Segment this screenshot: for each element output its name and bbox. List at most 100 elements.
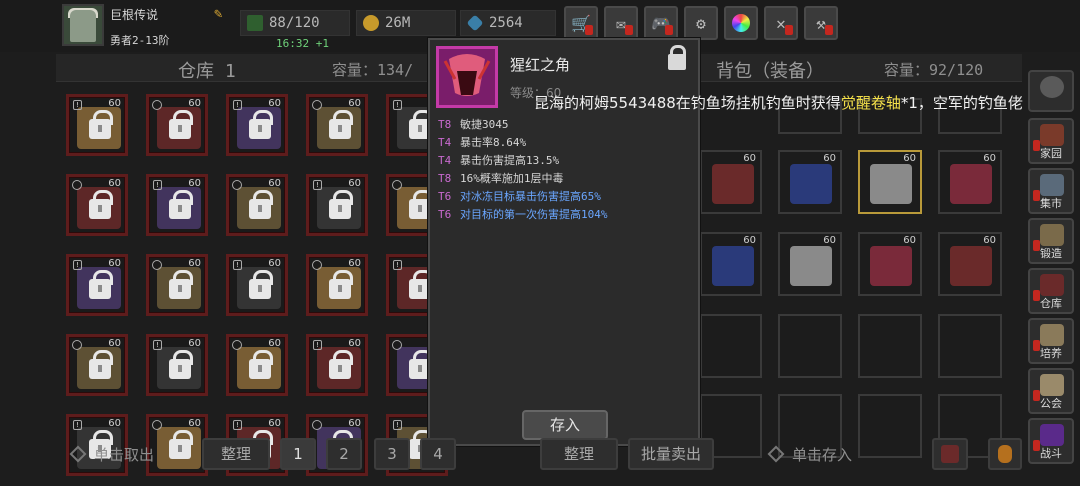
sort-warehouse-button[interactable]: 整理 <box>202 438 270 470</box>
potion-icon <box>998 445 1012 463</box>
ring-icon <box>312 260 322 270</box>
warehouse-slot[interactable]: 60 <box>306 94 368 156</box>
warehouse-slot[interactable]: 60 <box>66 174 128 236</box>
warehouse-capacity: 容量：134/ <box>332 61 414 79</box>
attribute-tier: T6 <box>438 208 452 221</box>
skills-button[interactable]: ✕ <box>764 6 798 40</box>
warehouse-slot[interactable]: ! 60 <box>226 254 288 316</box>
gamepad-button[interactable]: 🎮 <box>644 6 678 40</box>
sidebar-button-3[interactable]: 仓库 <box>1028 268 1074 314</box>
backpack-slot[interactable] <box>938 314 1002 378</box>
anvil-icon <box>1040 224 1064 246</box>
item-attribute: T8 16%概率施加1层中毒 <box>438 170 608 188</box>
item-sprite <box>712 164 754 204</box>
backpack-slot[interactable]: 60 <box>700 232 762 296</box>
warehouse-slot[interactable]: 60 <box>226 174 288 236</box>
warehouse-slot[interactable]: 60 <box>146 254 208 316</box>
warehouse-slot[interactable]: ! 60 <box>146 174 208 236</box>
player-rank: 勇者2-13阶 <box>110 34 170 47</box>
sidebar-button-2[interactable]: 锻造 <box>1028 218 1074 264</box>
backpack-slot[interactable]: 60 <box>858 150 922 214</box>
lock-icon <box>89 190 113 219</box>
warehouse-slot[interactable]: ! 60 <box>306 174 368 236</box>
item-level-label: 60 <box>743 235 756 246</box>
color-wheel-button[interactable] <box>724 6 758 40</box>
gold-stat: 26M <box>356 10 456 36</box>
item-sprite <box>950 246 992 286</box>
page-1-button[interactable]: 1 <box>280 438 316 470</box>
backpack-slot[interactable]: 60 <box>858 232 922 296</box>
mail-button[interactable]: ✉ <box>604 6 638 40</box>
item-level-label: 60 <box>268 258 281 269</box>
warehouse-slot[interactable]: 60 <box>306 254 368 316</box>
lock-icon <box>329 350 353 379</box>
ring-icon <box>392 180 402 190</box>
warehouse-slot[interactable]: ! 60 <box>146 334 208 396</box>
warehouse-slot[interactable]: 60 <box>66 334 128 396</box>
lock-icon <box>249 190 273 219</box>
warehouse-slot[interactable]: 60 <box>146 414 208 476</box>
sidebar-button-1[interactable]: 集市 <box>1028 168 1074 214</box>
settings-button[interactable]: ⚙ <box>684 6 718 40</box>
item-level-label: 60 <box>108 178 121 189</box>
energy-icon <box>247 15 263 31</box>
helmet-icon <box>1040 76 1064 98</box>
training-icon <box>1040 324 1064 346</box>
player-avatar[interactable] <box>62 4 104 46</box>
lock-icon <box>89 110 113 139</box>
sort-backpack-button[interactable]: 整理 <box>540 438 618 470</box>
gear-icon: ⚙ <box>696 13 706 33</box>
backpack-slot[interactable]: 60 <box>700 150 762 214</box>
color-wheel-icon <box>732 14 750 32</box>
item-level-label: 60 <box>108 258 121 269</box>
potion-button[interactable] <box>988 438 1022 470</box>
ring-icon <box>232 340 242 350</box>
item-level-label: 60 <box>268 98 281 109</box>
page-4-button[interactable]: 4 <box>420 438 456 470</box>
sidebar-label: 培养 <box>1040 347 1062 360</box>
item-level-label: 60 <box>903 235 916 246</box>
sidebar-button-5[interactable]: 公会 <box>1028 368 1074 414</box>
batch-sell-button[interactable]: 批量卖出 <box>628 438 714 470</box>
tools-button[interactable]: ⚒ <box>804 6 838 40</box>
warehouse-slot[interactable]: ! 60 <box>66 254 128 316</box>
attribute-text: 暴击率8.64% <box>460 136 527 149</box>
backpack-slot[interactable]: 60 <box>938 232 1002 296</box>
sidebar-button-4[interactable]: 培养 <box>1028 318 1074 364</box>
sidebar-label: 战斗 <box>1040 447 1062 460</box>
item-level-label: 60 <box>108 418 121 429</box>
backpack-slot[interactable] <box>778 314 842 378</box>
sidebar-button-6[interactable]: 战斗 <box>1028 418 1074 464</box>
store-button[interactable]: 存入 <box>522 410 608 440</box>
bound-tag-icon: ! <box>313 340 322 350</box>
item-level-label: 60 <box>983 235 996 246</box>
warehouse-slot[interactable]: ! 60 <box>66 94 128 156</box>
attribute-text: 敏捷3045 <box>460 118 509 131</box>
backpack-slot[interactable]: 60 <box>778 150 842 214</box>
backpack-slot[interactable] <box>858 394 922 458</box>
page-2-button[interactable]: 2 <box>326 438 362 470</box>
backpack-slot[interactable] <box>700 314 762 378</box>
attribute-text: 暴击伤害提高13.5% <box>460 154 560 167</box>
backpack-slot[interactable]: 60 <box>938 150 1002 214</box>
page-3-button[interactable]: 3 <box>374 438 410 470</box>
item-level-label: 60 <box>903 153 916 164</box>
take-out-label: 单击取出 <box>94 446 155 464</box>
bound-tag-icon: ! <box>153 180 162 190</box>
armor-icon <box>941 445 959 463</box>
attribute-tier: T4 <box>438 154 452 167</box>
backpack-slot[interactable]: 60 <box>778 232 842 296</box>
unlock-icon[interactable] <box>668 45 686 70</box>
warehouse-slot[interactable]: ! 60 <box>226 94 288 156</box>
armor-filter-button[interactable] <box>932 438 968 470</box>
warehouse-slot[interactable]: ! 60 <box>306 334 368 396</box>
backpack-slot[interactable] <box>858 314 922 378</box>
warehouse-slot[interactable]: 60 <box>146 94 208 156</box>
item-level-label: 60 <box>268 418 281 429</box>
sidebar-button-0[interactable]: 家园 <box>1028 118 1074 164</box>
warehouse-slot[interactable]: 60 <box>226 334 288 396</box>
edit-icon[interactable]: ✎ <box>214 6 230 22</box>
lock-icon <box>249 110 273 139</box>
sidebar-top-button[interactable] <box>1028 70 1074 112</box>
shop-cart-button[interactable]: 🛒 <box>564 6 598 40</box>
